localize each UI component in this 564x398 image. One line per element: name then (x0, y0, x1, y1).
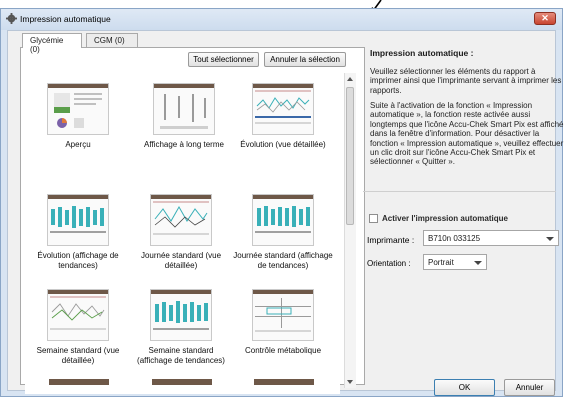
orientation-label: Orientation : (367, 259, 411, 268)
report-thumbnail (153, 83, 215, 135)
report-thumbnail (252, 289, 314, 341)
report-grid: Aperçu Affichage à long terme Évolution … (25, 73, 340, 394)
report-tile-label: Semaine standard (vue détaillée) (36, 346, 120, 365)
report-scrollbar[interactable] (344, 73, 356, 388)
report-thumbnail (252, 83, 314, 135)
report-tile-controle-metabolique[interactable]: Contrôle métabolique (233, 289, 333, 356)
tab-glycemie[interactable]: Glycémie (0) (22, 33, 82, 54)
cancel-button[interactable]: Annuler (504, 379, 555, 396)
activate-label: Activer l'impression automatique (382, 214, 508, 223)
tab-cgm[interactable]: CGM (0) (86, 33, 138, 47)
report-tile-label: Affichage à long terme (144, 140, 224, 149)
orientation-value: Portrait (428, 258, 454, 267)
info-paragraph-2: Suite à l'activation de la fonction « Im… (370, 101, 564, 167)
report-tile-label: Évolution (affichage de tendances) (37, 251, 119, 270)
report-tile-label: Contrôle métabolique (244, 346, 322, 355)
close-icon: ✕ (541, 13, 549, 23)
report-thumbnail-partial (49, 379, 109, 385)
window-title: Impression automatique (20, 14, 111, 24)
close-button[interactable]: ✕ (534, 12, 556, 25)
printer-label: Imprimante : (367, 235, 415, 245)
report-tile-journee-detail[interactable]: Journée standard (vue détaillée) (131, 194, 231, 270)
scroll-up-icon[interactable] (347, 77, 353, 81)
report-thumbnail (47, 289, 109, 341)
report-tile-label: Aperçu (65, 140, 91, 149)
report-tile-evolution-detail[interactable]: Évolution (vue détaillée) (233, 83, 333, 150)
gear-icon (6, 13, 17, 24)
report-tile-semaine-detail[interactable]: Semaine standard (vue détaillée) (28, 289, 128, 365)
divider (363, 191, 556, 192)
orientation-select[interactable]: Portrait (423, 254, 487, 270)
printer-select[interactable]: B710n 033125 (423, 230, 559, 246)
title-bar: Impression automatique ✕ (1, 9, 562, 30)
scroll-down-icon[interactable] (347, 380, 353, 384)
report-thumbnail (252, 194, 314, 246)
activate-checkbox[interactable] (369, 214, 378, 223)
tab-cgm-label: CGM (0) (94, 36, 125, 45)
chevron-down-icon (546, 237, 554, 241)
report-tile-label: Semaine standard (affichage de tendances… (137, 346, 225, 365)
report-tile-apercu[interactable]: Aperçu (28, 83, 128, 150)
info-paragraph-1: Veuillez sélectionner les éléments du ra… (370, 67, 562, 95)
report-thumbnail (47, 194, 109, 246)
report-thumbnail-partial (254, 379, 314, 385)
report-thumbnail-partial (152, 379, 212, 385)
report-thumbnail (47, 83, 109, 135)
report-tile-label: Journée standard (affichage de tendances… (233, 251, 333, 270)
report-thumbnail (150, 289, 212, 341)
report-tile-journee-tendances[interactable]: Journée standard (affichage de tendances… (233, 194, 333, 270)
report-tile-label: Évolution (vue détaillée) (240, 140, 326, 149)
chevron-down-icon (474, 261, 482, 265)
info-title: Impression automatique : (370, 48, 474, 58)
ok-button[interactable]: OK (434, 379, 495, 396)
select-all-button[interactable]: Tout sélectionner (188, 52, 259, 67)
report-thumbnail (150, 194, 212, 246)
scroll-thumb[interactable] (346, 87, 354, 225)
unselect-button[interactable]: Annuler la sélection (264, 52, 346, 67)
printer-value: B710n 033125 (428, 234, 481, 243)
report-tile-semaine-tendances[interactable]: Semaine standard (affichage de tendances… (131, 289, 231, 365)
dialog-window: Impression automatique ✕ Glycémie (0) CG… (0, 8, 563, 397)
report-tile-long-terme[interactable]: Affichage à long terme (134, 83, 234, 150)
report-tile-label: Journée standard (vue détaillée) (140, 251, 222, 270)
report-tile-evolution-tendances[interactable]: Évolution (affichage de tendances) (28, 194, 128, 270)
